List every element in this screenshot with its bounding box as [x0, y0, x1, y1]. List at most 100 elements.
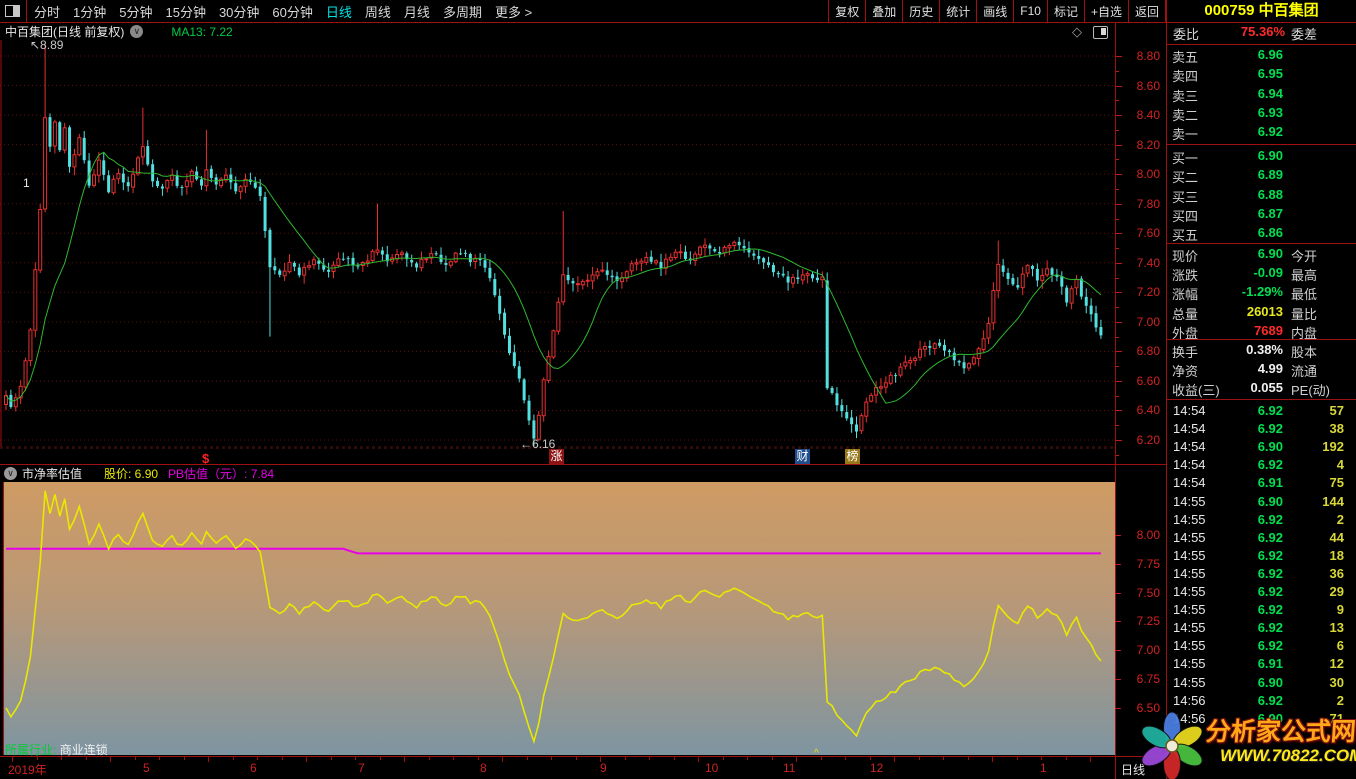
y-axis-label: 6.80	[1120, 344, 1160, 358]
info-row: 涨跌-0.09最高	[1167, 265, 1356, 284]
trade-row: 14:556.9236	[1167, 566, 1356, 584]
trade-row: 14:556.9213	[1167, 620, 1356, 638]
menu-item-15分钟[interactable]: 15分钟	[165, 2, 205, 21]
divider	[26, 0, 27, 22]
menu-item-分时[interactable]: 分时	[34, 2, 60, 21]
ask-row: 卖一6.92	[1167, 124, 1356, 143]
sub-y-axis-label: 6.75	[1120, 672, 1160, 686]
menu-item-1分钟[interactable]: 1分钟	[73, 2, 106, 21]
watermark-url: WWW.70822.COM	[1220, 746, 1356, 766]
toolbar-button-历史[interactable]: 历史	[902, 0, 939, 22]
toolbar-buttons: 复权叠加历史统计画线F10标记+自选返回	[828, 0, 1166, 22]
menu-item-60分钟[interactable]: 60分钟	[272, 2, 312, 21]
trade-row: 14:556.926	[1167, 638, 1356, 656]
info-row: 现价6.90今开	[1167, 246, 1356, 265]
y-axis-label: 6.40	[1120, 403, 1160, 417]
bid-row: 买五6.86	[1167, 225, 1356, 244]
info-row: 净资4.99流通	[1167, 361, 1356, 380]
menu-item-多周期[interactable]: 多周期	[443, 2, 482, 21]
info-row: 收益(三)0.055PE(动)	[1167, 380, 1356, 399]
menu-item-更多 >[interactable]: 更多 >	[495, 2, 532, 21]
y-axis-label: 8.40	[1120, 108, 1160, 122]
menu-item-5分钟[interactable]: 5分钟	[119, 2, 152, 21]
y-axis-label: 7.40	[1120, 256, 1160, 270]
menu-item-日线[interactable]: 日线	[326, 2, 352, 21]
panel-toggle-icon[interactable]	[1093, 26, 1108, 39]
watermark-site-name: 分析家公式网	[1205, 712, 1356, 748]
ask-row: 卖四6.95	[1167, 66, 1356, 85]
date-label: 5	[143, 761, 150, 775]
date-label: 8	[480, 761, 487, 775]
weicha-label: 委差	[1291, 24, 1317, 43]
y-axis-label: 7.60	[1120, 226, 1160, 240]
subchart-title: 市净率估值	[22, 465, 82, 482]
toolbar-button-叠加[interactable]: 叠加	[865, 0, 902, 22]
ask-row: 卖三6.94	[1167, 86, 1356, 105]
toolbar-button-统计[interactable]: 统计	[939, 0, 976, 22]
trade-row: 14:546.924	[1167, 457, 1356, 475]
info-row: 涨幅-1.29%最低	[1167, 284, 1356, 303]
app-window: 分时 1分钟 5分钟 15分钟 30分钟 60分钟日线周线月线多周期更多 > 复权叠加历史…	[0, 0, 1356, 779]
date-label: 12	[870, 761, 883, 775]
y-axis-label: 8.00	[1120, 167, 1160, 181]
collapse-icon[interactable]: ∨	[4, 467, 17, 480]
trade-row: 14:556.9244	[1167, 530, 1356, 548]
diamond-icon[interactable]: ◇	[1072, 24, 1082, 40]
stock-name: 中百集团	[1259, 2, 1319, 19]
marker-badge-涨[interactable]: 涨	[549, 449, 564, 464]
toolbar-button-画线[interactable]: 画线	[976, 0, 1013, 22]
date-label: 1	[1040, 761, 1047, 775]
pb-valuation-chart[interactable]	[4, 482, 1115, 755]
toolbar-button-+自选[interactable]: +自选	[1084, 0, 1128, 22]
ask-row: 卖二6.93	[1167, 105, 1356, 124]
menu-item-周线[interactable]: 周线	[365, 2, 391, 21]
layout-icon[interactable]	[5, 5, 20, 17]
day-marker: 1	[23, 176, 30, 190]
sub-y-axis-label: 7.75	[1120, 557, 1160, 571]
quote-panel: 000759 中百集团 委比 75.36% 委差 卖五6.96卖四6.95卖三6…	[1167, 0, 1356, 779]
bid-row: 买四6.87	[1167, 206, 1356, 225]
stock-code: 000759	[1204, 2, 1254, 19]
sub-y-axis-label: 8.00	[1120, 528, 1160, 542]
trade-row: 14:556.9229	[1167, 584, 1356, 602]
y-axis-label: 8.60	[1120, 79, 1160, 93]
weibi-row: 委比 75.36% 委差	[1167, 24, 1356, 45]
date-label: 2019年	[8, 761, 47, 778]
toolbar-button-F10[interactable]: F10	[1013, 0, 1047, 22]
menu-item-30分钟[interactable]: 30分钟	[219, 2, 259, 21]
trade-row: 14:546.90192	[1167, 439, 1356, 457]
subchart-price-label: 股价: 6.90	[104, 465, 158, 482]
trade-row: 14:546.9238	[1167, 421, 1356, 439]
subchart-pb-label: PB估值（元）: 7.84	[168, 465, 274, 482]
trade-row: 14:556.929	[1167, 602, 1356, 620]
date-label: 9	[600, 761, 607, 775]
trade-row: 14:556.922	[1167, 512, 1356, 530]
top-menu-bar: 分时 1分钟 5分钟 15分钟 30分钟 60分钟日线周线月线多周期更多 > 复权叠加历史…	[0, 0, 1166, 23]
trade-row: 14:556.9112	[1167, 656, 1356, 674]
y-axis-label: 8.80	[1120, 49, 1160, 63]
toolbar-button-复权[interactable]: 复权	[828, 0, 865, 22]
chevron-down-icon[interactable]: ∨	[130, 25, 143, 38]
trade-row: 14:556.9030	[1167, 675, 1356, 693]
y-axis-label: 8.20	[1120, 138, 1160, 152]
chart-title: 中百集团(日线 前复权)	[5, 23, 124, 40]
axis-border	[1115, 22, 1116, 779]
marker-badge-财[interactable]: 财	[795, 449, 810, 464]
toolbar-button-返回[interactable]: 返回	[1128, 0, 1166, 22]
info-row: 总量26013量比	[1167, 304, 1356, 323]
toolbar-button-标记[interactable]: 标记	[1047, 0, 1084, 22]
stock-header[interactable]: 000759 中百集团	[1167, 0, 1356, 23]
menu-item-月线[interactable]: 月线	[404, 2, 430, 21]
chart-title-row: 中百集团(日线 前复权) ∨ MA13: 7.22	[0, 23, 1115, 40]
industry-key: 所属行业:	[5, 743, 56, 757]
date-label: 6	[250, 761, 257, 775]
industry-value: 商业连锁	[60, 743, 108, 757]
candlestick-chart[interactable]	[0, 40, 1115, 448]
sub-y-axis-label: 7.00	[1120, 643, 1160, 657]
info-row: 换手0.38%股本	[1167, 342, 1356, 361]
axis-marker-icon: ^	[814, 748, 819, 759]
y-axis-label: 6.20	[1120, 433, 1160, 447]
bid-row: 买一6.90	[1167, 148, 1356, 167]
marker-badge-榜[interactable]: 榜	[845, 449, 860, 464]
y-axis-label: 7.80	[1120, 197, 1160, 211]
